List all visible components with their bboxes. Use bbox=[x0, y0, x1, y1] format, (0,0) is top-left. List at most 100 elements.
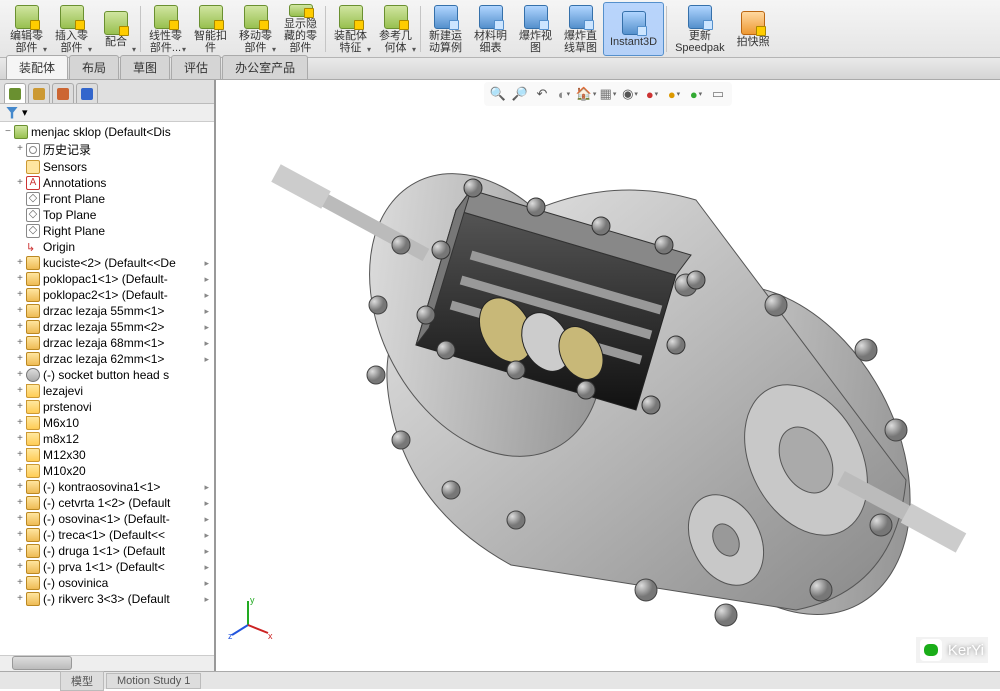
graphics-viewport[interactable]: 🔍🔎↶◐▾🏠▾▦▾◉▾●▾●▾●▾▭ bbox=[216, 80, 1000, 671]
bottom-tab-motion[interactable]: Motion Study 1 bbox=[106, 673, 201, 689]
expand-toggle[interactable]: + bbox=[14, 338, 26, 349]
dropdown-arrow-icon[interactable]: ▾ bbox=[272, 45, 276, 54]
dropdown-arrow-icon[interactable]: ▾ bbox=[182, 45, 186, 54]
tree-item[interactable]: +(-) osovinica▸ bbox=[0, 575, 214, 591]
tree-item[interactable]: +drzac lezaja 68mm<1>▸ bbox=[0, 335, 214, 351]
tool-insert-parts[interactable]: 插入零 部件▾ bbox=[49, 2, 94, 56]
expand-toggle[interactable]: − bbox=[2, 127, 14, 138]
dropdown-arrow-icon[interactable]: ▾ bbox=[43, 45, 47, 54]
tree-item[interactable]: +(-) socket button head s bbox=[0, 367, 214, 383]
tree-item[interactable]: Top Plane bbox=[0, 207, 214, 223]
expand-toggle[interactable]: + bbox=[14, 402, 26, 413]
fm-hscrollbar[interactable] bbox=[0, 655, 214, 671]
tree-item[interactable]: +kuciste<2> (Default<<De▸ bbox=[0, 255, 214, 271]
tool-explode-line[interactable]: 爆炸直 线草图 bbox=[558, 2, 603, 56]
expand-toggle[interactable]: + bbox=[14, 466, 26, 477]
fm-tab-cfg[interactable] bbox=[28, 83, 50, 103]
expand-toggle[interactable]: + bbox=[14, 258, 26, 269]
expand-toggle[interactable]: + bbox=[14, 370, 26, 381]
expand-toggle[interactable]: + bbox=[14, 594, 26, 605]
expand-toggle[interactable]: + bbox=[14, 498, 26, 509]
tool-label: 装配体 特征 bbox=[334, 30, 367, 54]
tree-item[interactable]: +(-) cetvrta 1<2> (Default▸ bbox=[0, 495, 214, 511]
dropdown-arrow-icon[interactable]: ▾ bbox=[367, 45, 371, 54]
tool-linear-pattern[interactable]: 线性零 部件...▾ bbox=[143, 2, 188, 56]
tree-item[interactable]: +(-) osovina<1> (Default-▸ bbox=[0, 511, 214, 527]
dropdown-arrow-icon[interactable]: ▾ bbox=[412, 45, 416, 54]
tree-item[interactable]: Sensors bbox=[0, 159, 214, 175]
tab-layout[interactable]: 布局 bbox=[69, 55, 119, 79]
tab-assembly[interactable]: 装配体 bbox=[6, 55, 68, 79]
tree-item[interactable]: +drzac lezaja 55mm<2>▸ bbox=[0, 319, 214, 335]
tool-explode[interactable]: 爆炸视 图 bbox=[513, 2, 558, 56]
tool-smart-fastener[interactable]: 智能扣 件 bbox=[188, 2, 233, 56]
dropdown-arrow-icon[interactable]: ▾ bbox=[88, 45, 92, 54]
tree-item[interactable]: +lezajevi bbox=[0, 383, 214, 399]
tool-show-hide[interactable]: 显示隐 藏的零 部件 bbox=[278, 2, 323, 56]
tree-item[interactable]: Right Plane bbox=[0, 223, 214, 239]
tree-item[interactable]: +M12x30 bbox=[0, 447, 214, 463]
tree-item[interactable]: Front Plane bbox=[0, 191, 214, 207]
dropdown-arrow-icon[interactable]: ▾ bbox=[132, 45, 136, 54]
tree-item[interactable]: +drzac lezaja 55mm<1>▸ bbox=[0, 303, 214, 319]
tool-edit-part[interactable]: 编辑零 部件▾ bbox=[4, 2, 49, 56]
tool-ref-geom[interactable]: 参考几 何体▾ bbox=[373, 2, 418, 56]
expand-toggle[interactable]: + bbox=[14, 434, 26, 445]
tree-item[interactable]: Origin bbox=[0, 239, 214, 255]
tab-sketch[interactable]: 草图 bbox=[120, 55, 170, 79]
tree-root-assembly[interactable]: − menjac sklop (Default<Dis bbox=[0, 124, 214, 140]
tree-item[interactable]: +(-) kontraosovina1<1>▸ bbox=[0, 479, 214, 495]
tool-assembly-feature[interactable]: 装配体 特征▾ bbox=[328, 2, 373, 56]
expand-toggle[interactable]: + bbox=[14, 144, 26, 155]
tree-item[interactable]: +(-) druga 1<1> (Default▸ bbox=[0, 543, 214, 559]
tree-item[interactable]: +M10x20 bbox=[0, 463, 214, 479]
expand-toggle[interactable]: + bbox=[14, 418, 26, 429]
folder-icon bbox=[26, 448, 40, 462]
expand-toggle[interactable]: + bbox=[14, 530, 26, 541]
tool-mate[interactable]: 配合▾ bbox=[94, 2, 138, 56]
tree-item[interactable]: +poklopac1<1> (Default-▸ bbox=[0, 271, 214, 287]
tool-update-speedpak[interactable]: 更新 Speedpak bbox=[669, 2, 731, 56]
tab-office[interactable]: 办公室产品 bbox=[222, 55, 308, 79]
expand-toggle[interactable]: + bbox=[14, 514, 26, 525]
tree-item[interactable]: +M6x10 bbox=[0, 415, 214, 431]
expand-toggle[interactable]: + bbox=[14, 274, 26, 285]
tree-item-label: drzac lezaja 62mm<1> bbox=[43, 352, 164, 366]
expand-toggle[interactable]: + bbox=[14, 386, 26, 397]
fm-tab-prop[interactable] bbox=[52, 83, 74, 103]
tree-item[interactable]: +(-) treca<1> (Default<<▸ bbox=[0, 527, 214, 543]
expand-toggle[interactable]: + bbox=[14, 578, 26, 589]
tree-item[interactable]: +poklopac2<1> (Default-▸ bbox=[0, 287, 214, 303]
expand-toggle[interactable]: + bbox=[14, 482, 26, 493]
filter-dropdown-arrow[interactable]: ▾ bbox=[22, 106, 28, 119]
expand-toggle[interactable]: + bbox=[14, 290, 26, 301]
fm-tab-fm[interactable] bbox=[4, 83, 26, 103]
fm-tab-disp[interactable] bbox=[76, 83, 98, 103]
tool-label: 智能扣 件 bbox=[194, 30, 227, 54]
tool-bom[interactable]: 材料明 细表 bbox=[468, 2, 513, 56]
flyout-arrow-icon: ▸ bbox=[204, 594, 212, 605]
tree-item[interactable]: +(-) rikverc 3<3> (Default▸ bbox=[0, 591, 214, 607]
tree-item[interactable]: +prstenovi bbox=[0, 399, 214, 415]
bottom-tab-model[interactable]: 模型 bbox=[60, 671, 104, 691]
tree-item[interactable]: +历史记录 bbox=[0, 140, 214, 159]
tool-snapshot[interactable]: 拍快照 bbox=[731, 2, 776, 56]
expand-toggle[interactable]: + bbox=[14, 354, 26, 365]
tool-new-motion[interactable]: 新建运 动算例 bbox=[423, 2, 468, 56]
tree-item[interactable]: +m8x12 bbox=[0, 431, 214, 447]
expand-toggle[interactable]: + bbox=[14, 178, 26, 189]
tab-evaluate[interactable]: 评估 bbox=[171, 55, 221, 79]
expand-toggle[interactable]: + bbox=[14, 450, 26, 461]
expand-toggle[interactable]: + bbox=[14, 306, 26, 317]
tool-instant3d[interactable]: Instant3D bbox=[603, 2, 664, 56]
tree-item-label: (-) kontraosovina1<1> bbox=[43, 480, 160, 494]
tree-item[interactable]: +(-) prva 1<1> (Default<▸ bbox=[0, 559, 214, 575]
tree-item[interactable]: +drzac lezaja 62mm<1>▸ bbox=[0, 351, 214, 367]
tool-move-part[interactable]: 移动零 部件▾ bbox=[233, 2, 278, 56]
expand-toggle[interactable]: + bbox=[14, 562, 26, 573]
expand-toggle[interactable]: + bbox=[14, 546, 26, 557]
tree-item[interactable]: +AAnnotations bbox=[0, 175, 214, 191]
orientation-triad[interactable]: y z x bbox=[228, 595, 274, 641]
expand-toggle[interactable]: + bbox=[14, 322, 26, 333]
fm-filter-bar[interactable]: ▾ bbox=[0, 104, 214, 122]
